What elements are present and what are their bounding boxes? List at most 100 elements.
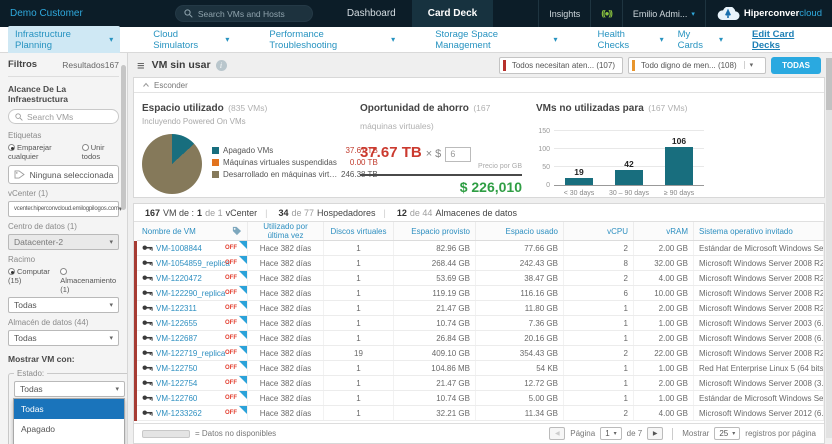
- orange-status-bar: [632, 60, 635, 71]
- col-vcpu[interactable]: vCPU: [564, 222, 634, 241]
- col-used-space[interactable]: Espacio usado: [476, 222, 564, 241]
- corner-flag-icon[interactable]: [239, 391, 247, 399]
- info-icon[interactable]: i: [216, 60, 227, 71]
- provisioned-cell: 409.10 GB: [394, 346, 476, 361]
- savings-panel: Oportunidad de ahorro (167 máquinas virt…: [354, 98, 522, 197]
- vcenter-select[interactable]: vcenter.hiperconvcloud.emilogpilogos.com…: [8, 201, 119, 217]
- no-data-label: = Datos no disponibles: [195, 429, 276, 438]
- vm-name-link[interactable]: VM-122687: [156, 334, 197, 343]
- radio-compute[interactable]: Computar (15): [8, 267, 52, 294]
- hamburger-icon[interactable]: ≡: [137, 58, 145, 73]
- used-cell: 7.36 GB: [476, 316, 564, 331]
- col-virtual-disks[interactable]: Discos virtuales: [324, 222, 394, 241]
- vm-name-link[interactable]: VM-1233262: [156, 409, 202, 418]
- savings-total: $ 226,010: [360, 179, 522, 195]
- vm-name-link[interactable]: VM-122719_replica: [156, 349, 225, 358]
- vm-name-link[interactable]: VM-1008844: [156, 244, 202, 253]
- vm-name-link[interactable]: VM-122311: [156, 304, 197, 313]
- page-select[interactable]: 1▾: [600, 427, 621, 440]
- power-off-badge: OFF: [225, 395, 237, 401]
- corner-flag-icon[interactable]: [239, 301, 247, 309]
- corner-flag-icon[interactable]: [239, 286, 247, 294]
- needs-attention-filter-button[interactable]: Todos necesitan aten... (107): [499, 57, 623, 74]
- vm-name-link[interactable]: VM-122290_replica: [156, 289, 225, 298]
- vm-name-link[interactable]: VM-122754: [156, 379, 197, 388]
- vm-name-link[interactable]: VM-122655: [156, 319, 197, 328]
- customer-link[interactable]: Demo Customer: [10, 8, 83, 19]
- window-scrollbar[interactable]: [826, 58, 832, 438]
- show-vm-with-heading: Mostrar VM con:: [8, 354, 119, 364]
- chevron-down-icon: ▾: [732, 430, 735, 437]
- corner-flag-icon[interactable]: [239, 331, 247, 339]
- provisioned-cell: 21.47 GB: [394, 301, 476, 316]
- corner-flag-icon[interactable]: [239, 406, 247, 414]
- corner-flag-icon[interactable]: [239, 361, 247, 369]
- vcpu-cell: 1: [564, 301, 634, 316]
- col-last-used[interactable]: Utilizado por última vez: [248, 222, 324, 241]
- user-menu[interactable]: Emilio Admi... ▾: [622, 0, 705, 27]
- prev-page-button[interactable]: ◀: [549, 427, 565, 440]
- menu-performance-troubleshooting[interactable]: Performance Troubleshooting▾: [262, 26, 402, 54]
- radio-storage[interactable]: Almacenamiento (1): [60, 267, 119, 294]
- vm-name-link[interactable]: VM-122760: [156, 394, 197, 403]
- insights-link[interactable]: Insights: [538, 0, 590, 27]
- vm-name-link[interactable]: VM-1220472: [156, 274, 202, 283]
- corner-flag-icon[interactable]: [239, 316, 247, 324]
- tags-select[interactable]: Ninguna seleccionada: [8, 165, 119, 184]
- sidebar-scrollbar[interactable]: [121, 65, 126, 210]
- chevron-down-icon: ▾: [660, 35, 664, 44]
- tab-card-deck[interactable]: Card Deck: [412, 0, 493, 27]
- legend-item: Máquinas virtuales suspendidas0.00 TB: [212, 158, 378, 167]
- tag-filter-icon[interactable]: [231, 226, 242, 236]
- vram-cell: 2.00 GB: [634, 301, 694, 316]
- corner-flag-icon[interactable]: [239, 256, 247, 264]
- menu-health-checks[interactable]: Health Checks▾: [590, 26, 670, 54]
- disks-cell: 1: [324, 286, 394, 301]
- table-row: VM-122655 OFF Hace 382 días 1 10.74 GB 7…: [136, 316, 824, 331]
- menu-infrastructure-planning[interactable]: Infrastructure Planning▾: [8, 26, 120, 54]
- edit-card-decks-link[interactable]: Edit Card Decks: [752, 29, 820, 51]
- used-cell: 116.16 GB: [476, 286, 564, 301]
- estado-option[interactable]: Todas: [14, 399, 124, 419]
- menu-cloud-simulators[interactable]: Cloud Simulators▾: [146, 26, 236, 54]
- state-label: Estado:: [14, 369, 47, 378]
- page-size-select[interactable]: 25▾: [714, 427, 740, 440]
- menu-storage-space-management[interactable]: Storage Space Management▾: [428, 26, 564, 54]
- chevron-down-icon: ▾: [225, 35, 229, 44]
- red-status-bar: [503, 60, 506, 71]
- estado-option[interactable]: Apagado: [14, 419, 124, 439]
- col-vm-name[interactable]: Nombre de VM: [136, 222, 248, 241]
- my-cards-menu[interactable]: My Cards▾: [671, 26, 730, 54]
- tab-dashboard[interactable]: Dashboard: [331, 0, 412, 27]
- card-deck-menu-bar: Infrastructure Planning▾ Cloud Simulator…: [0, 27, 832, 53]
- estado-option[interactable]: Suspendido: [14, 439, 124, 444]
- datacenter-select[interactable]: Datacenter-2▾: [8, 234, 119, 250]
- worth-mention-filter-button[interactable]: Todo digno de men... (108)▾: [628, 57, 766, 74]
- col-vram[interactable]: vRAM: [634, 222, 694, 241]
- corner-flag-icon[interactable]: [239, 241, 247, 249]
- corner-flag-icon[interactable]: [239, 346, 247, 354]
- next-page-button[interactable]: ▶: [647, 427, 663, 440]
- state-select[interactable]: Todas▾: [14, 381, 125, 397]
- vm-search-input[interactable]: Search VMs: [8, 109, 119, 124]
- search-icon: [184, 9, 193, 18]
- radio-match-any[interactable]: Emparejar cualquier: [8, 143, 74, 161]
- table-row: VM-122687 OFF Hace 382 días 1 26.84 GB 2…: [136, 331, 824, 346]
- cluster-select[interactable]: Todas▾: [8, 297, 119, 313]
- vm-name-link[interactable]: VM-122750: [156, 364, 197, 373]
- chevron-down-icon[interactable]: ▾: [744, 61, 759, 69]
- broadcast-icon[interactable]: ((●)): [590, 0, 622, 27]
- vm-name-link[interactable]: VM-1054859_replica: [156, 259, 230, 268]
- collapse-bar[interactable]: Esconder: [134, 78, 824, 93]
- radio-join-all[interactable]: Unir todos: [82, 143, 119, 161]
- price-per-gb-input[interactable]: 6: [445, 147, 471, 162]
- card-header: ≡ VM sin usar i Todos necesitan aten... …: [128, 53, 825, 77]
- datastore-select[interactable]: Todas▾: [8, 330, 119, 346]
- col-provisioned[interactable]: Espacio provisto: [394, 222, 476, 241]
- corner-flag-icon[interactable]: [239, 271, 247, 279]
- corner-flag-icon[interactable]: [239, 376, 247, 384]
- table-row: VM-1233262 OFF Hace 382 días 1 32.21 GB …: [136, 406, 824, 421]
- col-guest-os[interactable]: Sistema operativo invitado: [694, 222, 824, 241]
- all-filter-button[interactable]: TODAS: [771, 57, 821, 74]
- global-search-input[interactable]: Search VMs and Hosts: [175, 5, 313, 22]
